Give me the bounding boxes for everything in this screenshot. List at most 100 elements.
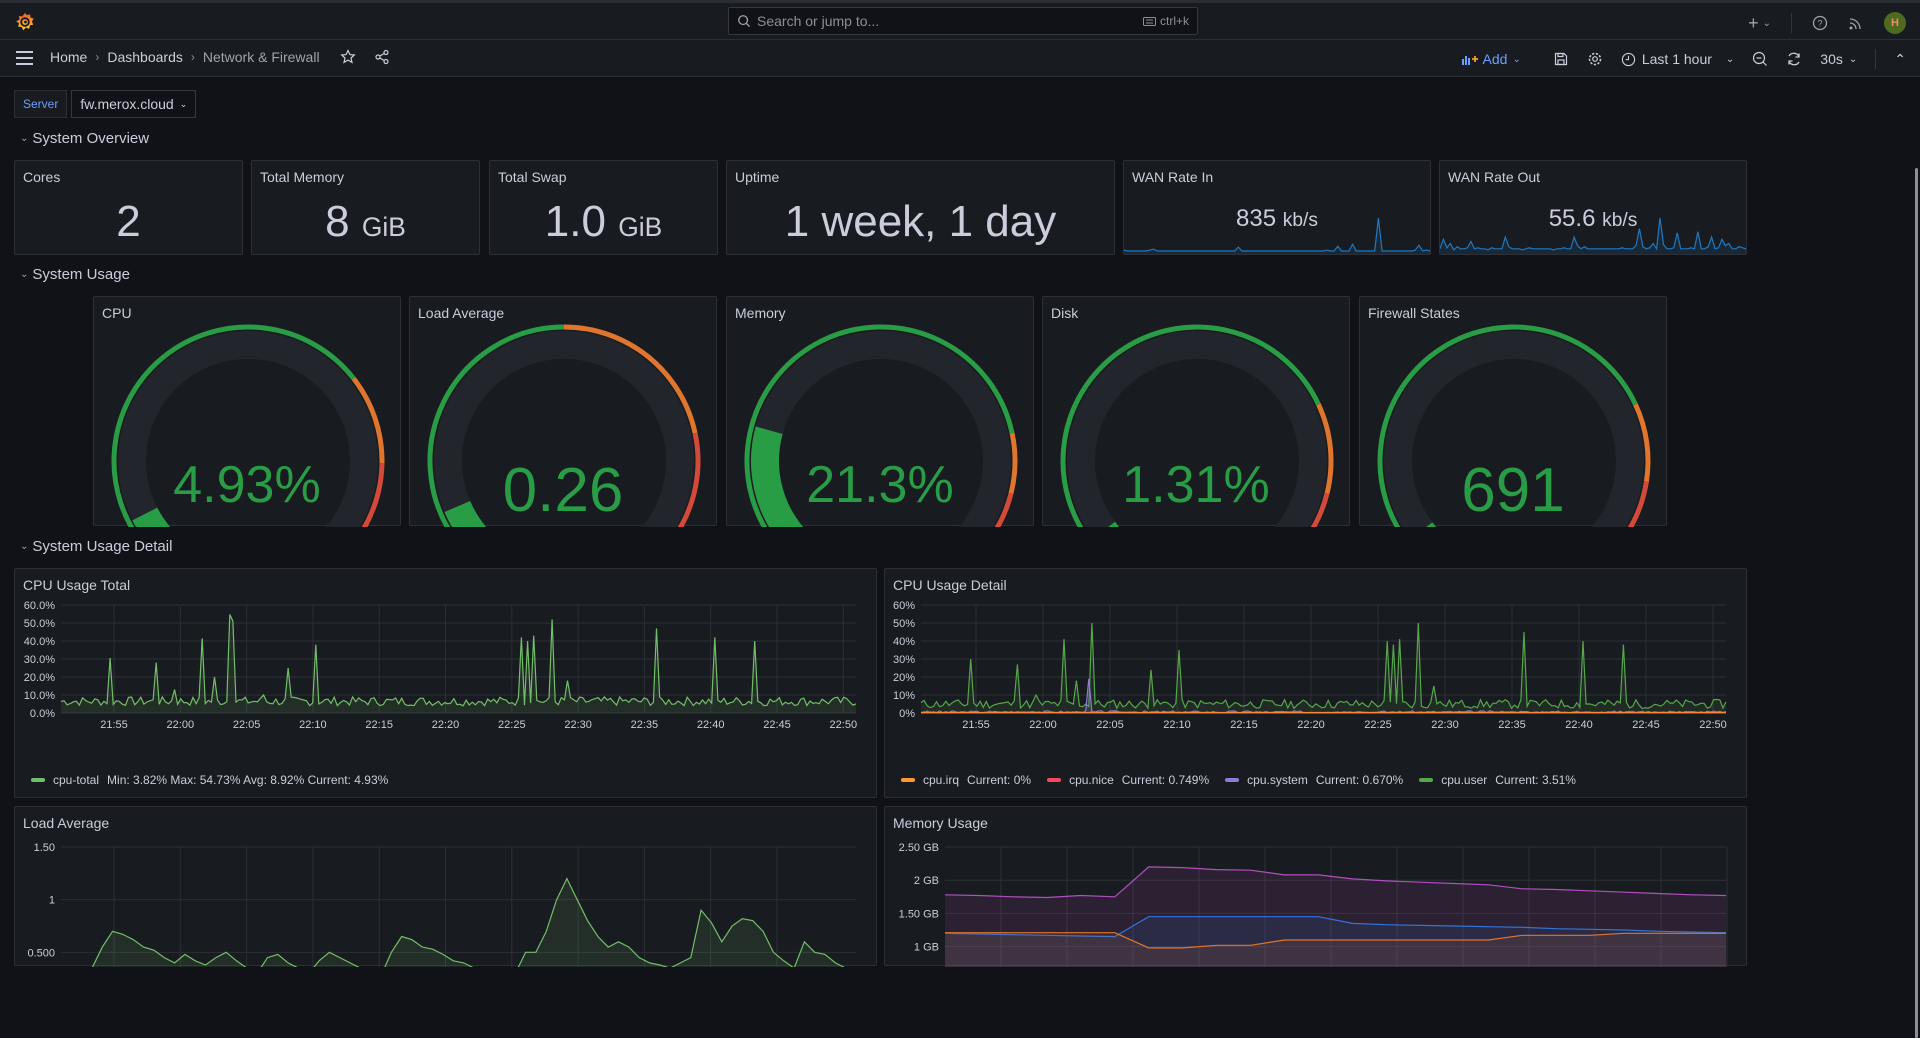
refresh-interval-picker[interactable]: 30s ⌄ — [1820, 51, 1857, 67]
clock-icon — [1621, 52, 1636, 67]
gauge-panel-disk[interactable]: Disk 1.31% — [1042, 296, 1350, 526]
share-icon[interactable] — [374, 49, 390, 65]
divider — [1875, 49, 1876, 69]
cpu-user-line — [921, 623, 1726, 708]
help-icon[interactable]: ? — [1812, 15, 1828, 31]
gauge-panel-firewall-states[interactable]: Firewall States 691 — [1359, 296, 1667, 526]
chart-panel-cpu-usage-total[interactable]: CPU Usage Total 0.0%10.0%20.0%30.0%40.0%… — [14, 568, 877, 798]
x-tick-label: 22:05 — [1096, 719, 1124, 731]
x-tick-label: 22:05 — [233, 719, 261, 731]
chart-panel-cpu-usage-detail[interactable]: CPU Usage Detail 0%10%20%30%40%50%60%21:… — [884, 568, 1747, 798]
search-shortcut: ctrl+k — [1143, 14, 1189, 28]
x-tick-label: 22:30 — [1431, 719, 1459, 731]
breadcrumb-dashboards[interactable]: Dashboards — [107, 49, 183, 65]
add-panel-icon — [1462, 53, 1478, 65]
y-tick-label: 50.0% — [24, 618, 55, 630]
panel-title: Total Memory — [260, 169, 344, 185]
row-header-system-overview[interactable]: ⌄ System Overview — [20, 130, 149, 147]
stat-value: 835 kb/s — [1124, 205, 1430, 233]
search-placeholder: Search or jump to... — [757, 13, 879, 29]
y-tick-label: 10% — [893, 690, 915, 702]
star-icon[interactable] — [340, 49, 356, 65]
user-avatar[interactable]: H — [1884, 12, 1906, 34]
menu-toggle-icon[interactable] — [16, 51, 33, 65]
refresh-icon[interactable] — [1786, 51, 1802, 67]
stat-value: 1.0 GiB — [490, 197, 717, 247]
server-select[interactable]: fw.merox.cloud ⌄ — [71, 90, 196, 118]
plus-icon: + — [1748, 13, 1759, 34]
y-tick-label: 0.500 — [27, 947, 55, 959]
y-tick-label: 2 GB — [914, 875, 939, 887]
stat-panel-total-memory[interactable]: Total Memory 8 GiB — [251, 160, 480, 255]
panel-title: WAN Rate Out — [1448, 169, 1540, 185]
x-tick-label: 21:55 — [100, 719, 128, 731]
time-range-picker[interactable]: Last 1 hour ⌄ — [1621, 51, 1734, 67]
gauge-value-arc — [145, 514, 159, 527]
breadcrumb-home[interactable]: Home — [50, 49, 87, 65]
x-tick-label: 22:40 — [697, 719, 725, 731]
chevron-down-icon: ⌄ — [1726, 54, 1734, 65]
y-tick-label: 0% — [899, 708, 915, 720]
stat-value: 2 — [15, 197, 242, 247]
x-tick-label: 22:35 — [631, 719, 659, 731]
legend-item-cpu-irq[interactable]: cpu.irqCurrent: 0% — [901, 773, 1031, 787]
x-tick-label: 22:20 — [1297, 719, 1325, 731]
y-tick-label: 20.0% — [24, 672, 55, 684]
x-tick-label: 22:20 — [432, 719, 460, 731]
row-header-system-usage-detail[interactable]: ⌄ System Usage Detail — [20, 538, 172, 555]
legend-swatch — [1225, 778, 1239, 782]
new-menu-button[interactable]: + ⌄ — [1748, 13, 1771, 34]
gauge-panel-load-average[interactable]: Load Average 0.26 — [409, 296, 717, 526]
stat-panel-cores[interactable]: Cores 2 — [14, 160, 243, 255]
grafana-logo-icon[interactable] — [14, 11, 36, 33]
chevron-down-icon: ⌄ — [20, 133, 28, 144]
cpu-usage-total-chart: 0.0%10.0%20.0%30.0%40.0%50.0%60.0%21:552… — [15, 569, 878, 769]
save-icon[interactable] — [1553, 51, 1569, 67]
page-scrollbar[interactable] — [1915, 168, 1918, 1038]
y-tick-label: 20% — [893, 672, 915, 684]
gauge-panel-cpu[interactable]: CPU 4.93% — [93, 296, 401, 526]
legend-item-cpu-nice[interactable]: cpu.niceCurrent: 0.749% — [1047, 773, 1209, 787]
add-button[interactable]: Add ⌄ — [1462, 51, 1521, 67]
stat-panel-wan-rate-out[interactable]: WAN Rate Out 55.6 kb/s — [1439, 160, 1747, 255]
memory-usage-chart: 500 MB1 GB1.50 GB2 GB2.50 GB — [885, 807, 1748, 967]
chart-legend: cpu.irqCurrent: 0% cpu.niceCurrent: 0.74… — [901, 773, 1584, 787]
gauge-value: 691 — [1360, 455, 1666, 526]
chevron-down-icon: ⌄ — [20, 541, 28, 552]
panel-title: WAN Rate In — [1132, 169, 1213, 185]
search-input[interactable]: Search or jump to... ctrl+k — [728, 7, 1198, 35]
stat-panel-uptime[interactable]: Uptime 1 week, 1 day — [726, 160, 1115, 255]
row-header-system-usage[interactable]: ⌄ System Usage — [20, 266, 130, 283]
stat-panel-wan-rate-in[interactable]: WAN Rate In 835 kb/s — [1123, 160, 1431, 255]
y-tick-label: 60.0% — [24, 600, 55, 612]
search-icon — [737, 14, 751, 28]
breadcrumb-current: Network & Firewall — [203, 49, 320, 65]
divider — [1791, 13, 1792, 33]
legend-item-cpu-user[interactable]: cpu.userCurrent: 3.51% — [1419, 773, 1576, 787]
legend-item-cpu-total[interactable]: cpu-total Min: 3.82% Max: 54.73% Avg: 8.… — [31, 773, 388, 787]
settings-gear-icon[interactable] — [1587, 51, 1603, 67]
y-tick-label: 60% — [893, 600, 915, 612]
x-tick-label: 22:45 — [763, 719, 791, 731]
x-tick-label: 22:10 — [1163, 719, 1191, 731]
chart-panel-memory-usage[interactable]: Memory Usage 500 MB1 GB1.50 GB2 GB2.50 G… — [884, 806, 1747, 966]
x-tick-label: 22:25 — [498, 719, 526, 731]
news-feed-icon[interactable] — [1848, 15, 1864, 31]
gauge-panel-memory[interactable]: Memory 21.3% — [726, 296, 1034, 526]
chart-panel-load-average[interactable]: Load Average 0.50011.50 — [14, 806, 877, 966]
chevron-up-icon[interactable]: ⌃ — [1894, 51, 1906, 68]
nav-bar: Home › Dashboards › Network & Firewall A… — [0, 40, 1920, 77]
legend-item-cpu-system[interactable]: cpu.systemCurrent: 0.670% — [1225, 773, 1403, 787]
x-tick-label: 22:10 — [299, 719, 327, 731]
chevron-right-icon: › — [191, 50, 195, 64]
legend-swatch — [1047, 778, 1061, 782]
load-average-chart: 0.50011.50 — [15, 807, 878, 967]
chevron-down-icon: ⌄ — [1512, 54, 1520, 65]
x-tick-label: 21:55 — [962, 719, 990, 731]
variable-label: Server — [14, 90, 67, 118]
zoom-out-icon[interactable] — [1752, 51, 1768, 67]
breadcrumb: Home › Dashboards › Network & Firewall — [50, 49, 390, 65]
x-tick-label: 22:40 — [1565, 719, 1593, 731]
y-tick-label: 50% — [893, 618, 915, 630]
stat-panel-total-swap[interactable]: Total Swap 1.0 GiB — [489, 160, 718, 255]
